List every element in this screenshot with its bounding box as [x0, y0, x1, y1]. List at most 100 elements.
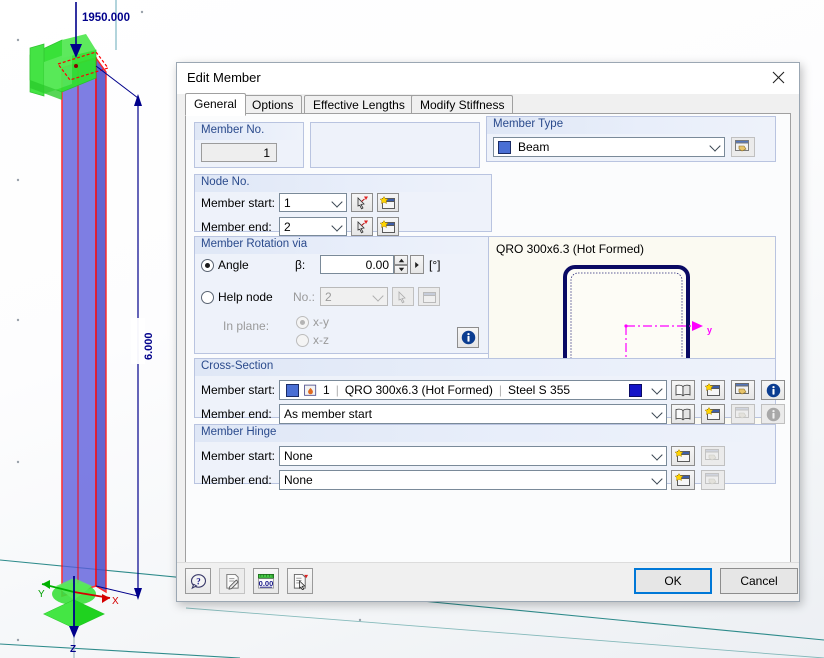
cs-start-end-swatch	[629, 384, 642, 397]
pick-node-icon	[357, 220, 368, 234]
rotation-help-node-label: Help node	[218, 290, 273, 304]
cs-start-color-swatch	[286, 383, 299, 397]
node-end-value: 2	[284, 219, 291, 234]
units-button[interactable]: 0.00	[253, 568, 279, 594]
node-start-new-button[interactable]	[377, 193, 399, 212]
beta-spin-down-button[interactable]	[394, 265, 408, 274]
chevron-down-icon	[651, 383, 663, 395]
cs-start-library-button[interactable]	[671, 380, 695, 400]
node-end-combo[interactable]: 2	[279, 217, 347, 236]
cross-section-caption: Cross-Section	[201, 360, 274, 372]
new-section-icon	[705, 383, 720, 396]
rotation-info-button[interactable]	[457, 327, 479, 348]
node-end-label: Member end:	[201, 220, 272, 234]
help-button[interactable]: ?	[185, 568, 211, 594]
new-hinge-icon	[675, 473, 690, 486]
cs-start-number: 1	[323, 383, 330, 397]
cs-end-edit-button[interactable]	[731, 404, 755, 424]
hinge-end-combo[interactable]: None	[279, 470, 667, 490]
member-hinge-caption: Member Hinge	[201, 426, 277, 438]
tab-options[interactable]: Options	[243, 95, 303, 115]
edit-properties-icon	[705, 449, 719, 461]
chevron-down-icon	[331, 195, 343, 208]
beta-label: β:	[295, 258, 306, 272]
dialog-title: Edit Member	[187, 70, 261, 85]
cs-start-material: Steel S 355	[508, 383, 571, 397]
hinge-end-value: None	[284, 473, 313, 487]
help-node-value: 2	[325, 289, 332, 304]
member-type-combo[interactable]: Beam	[493, 137, 725, 157]
cs-end-info-button[interactable]	[761, 404, 785, 424]
node-end-new-button[interactable]	[377, 217, 399, 236]
svg-text:y: y	[707, 325, 712, 335]
svg-text:?: ?	[196, 576, 200, 586]
cs-end-label: Member end:	[201, 407, 272, 421]
cs-start-new-button[interactable]	[701, 380, 725, 400]
cs-start-combo[interactable]: 1 | QRO 300x6.3 (Hot Formed) | Steel S 3…	[279, 380, 667, 400]
tabstrip: General Options Effective Lengths Modify…	[185, 93, 791, 116]
tab-effective-lengths[interactable]: Effective Lengths	[304, 95, 414, 115]
chevron-down-icon	[651, 473, 663, 485]
info-icon	[461, 330, 475, 345]
hinge-end-edit-button[interactable]	[701, 470, 725, 490]
beta-more-button[interactable]	[410, 255, 424, 274]
member-type-color-swatch	[498, 141, 511, 154]
node-start-combo[interactable]: 1	[279, 193, 347, 212]
hinge-start-value: None	[284, 449, 313, 463]
beta-input[interactable]: 0.00	[320, 255, 394, 274]
dialog-footer: ? 0.00 OK Cancel	[177, 562, 799, 601]
close-icon[interactable]	[757, 63, 799, 92]
hinge-start-new-button[interactable]	[671, 446, 695, 466]
empty-group	[310, 122, 480, 168]
new-node-icon	[380, 219, 395, 233]
rotation-angle-radio[interactable]	[201, 259, 214, 272]
cancel-label: Cancel	[740, 574, 778, 588]
cs-start-label: Member start:	[201, 383, 276, 397]
plane-xy-radio[interactable]	[296, 316, 309, 329]
units-icon: 0.00	[258, 573, 274, 588]
edit-properties-icon	[735, 407, 749, 419]
member-no-group: Member No. 1	[194, 122, 304, 168]
node-start-label: Member start:	[201, 196, 276, 210]
info-icon	[766, 407, 780, 421]
cs-start-edit-button[interactable]	[731, 380, 755, 400]
tab-modify-stiffness[interactable]: Modify Stiffness	[411, 95, 514, 115]
rotation-help-node-radio[interactable]	[201, 291, 214, 304]
plane-xz-label: x-z	[313, 333, 329, 347]
cancel-button[interactable]: Cancel	[720, 568, 798, 594]
hinge-end-new-button[interactable]	[671, 470, 695, 490]
select-list-button[interactable]	[287, 568, 313, 594]
chevron-up-icon	[398, 258, 404, 262]
pick-node-icon	[357, 196, 368, 210]
svg-text:X: X	[112, 596, 119, 607]
beta-spin-up-button[interactable]	[394, 255, 408, 265]
new-section-icon	[705, 407, 720, 420]
ok-label: OK	[664, 574, 682, 588]
cs-end-new-button[interactable]	[701, 404, 725, 424]
help-node-no-label: No.:	[293, 290, 316, 304]
hinge-start-combo[interactable]: None	[279, 446, 667, 466]
chevron-down-icon	[372, 289, 384, 302]
help-node-pick-button[interactable]	[392, 287, 414, 306]
hinge-start-edit-button[interactable]	[701, 446, 725, 466]
help-node-combo[interactable]: 2	[320, 287, 388, 306]
cs-start-info-button[interactable]	[761, 380, 785, 400]
member-type-value: Beam	[518, 140, 550, 154]
cs-end-combo[interactable]: As member start	[279, 404, 667, 424]
member-no-caption: Member No.	[201, 124, 265, 136]
chevron-right-icon	[415, 261, 419, 268]
node-end-pick-button[interactable]	[351, 217, 373, 236]
ok-button[interactable]: OK	[634, 568, 712, 594]
material-icon	[304, 384, 317, 396]
tab-general[interactable]: General	[185, 93, 246, 116]
cs-end-library-button[interactable]	[671, 404, 695, 424]
chevron-down-icon	[709, 140, 721, 152]
member-type-edit-button[interactable]	[731, 137, 755, 157]
comment-button[interactable]	[219, 568, 245, 594]
chevron-down-icon	[651, 449, 663, 461]
node-start-pick-button[interactable]	[351, 193, 373, 212]
dialog-titlebar[interactable]: Edit Member	[177, 63, 799, 94]
in-plane-label: In plane:	[223, 319, 270, 333]
plane-xz-radio[interactable]	[296, 334, 309, 347]
help-node-new-button[interactable]	[418, 287, 440, 306]
